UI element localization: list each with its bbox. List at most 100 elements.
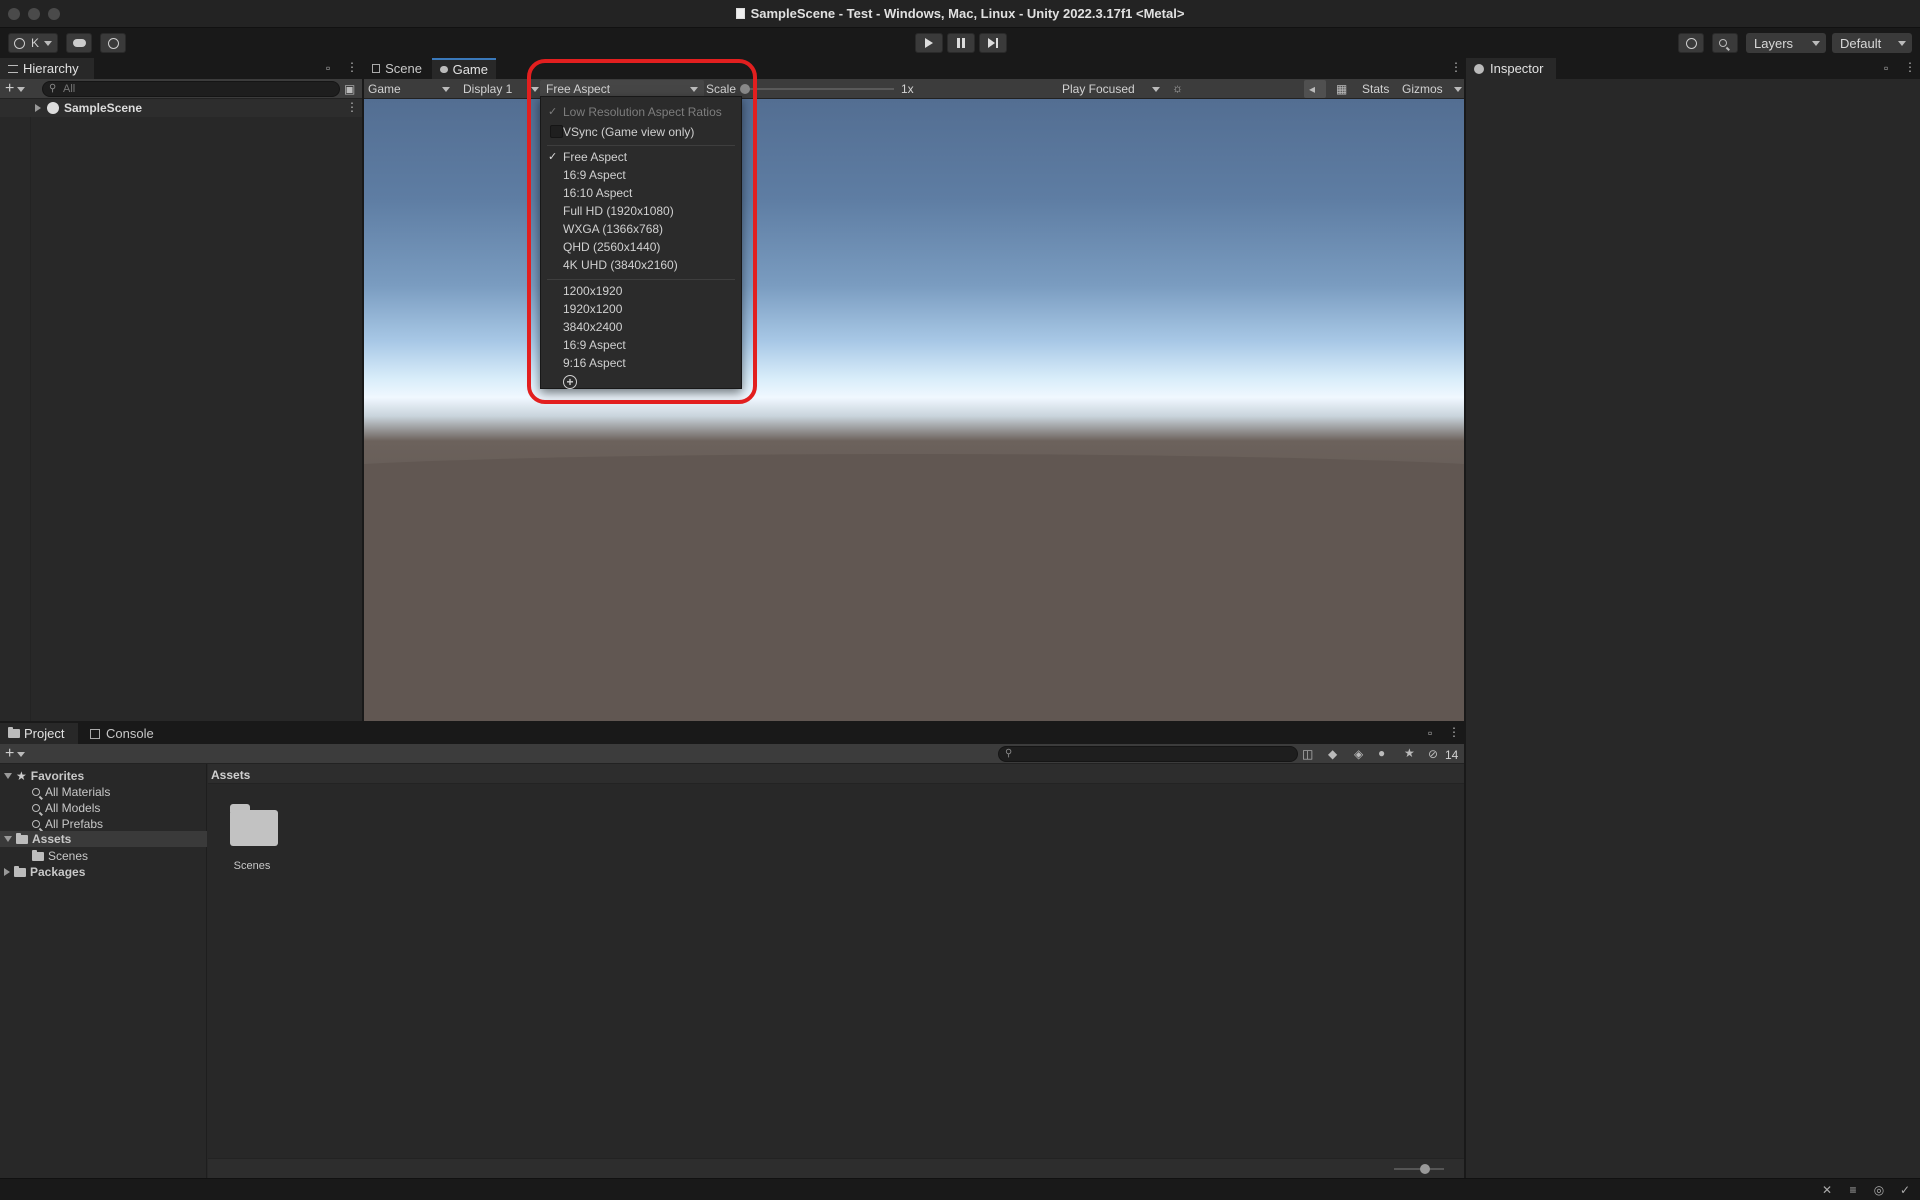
gizmos-dropdown[interactable]: Gizmos <box>1398 79 1464 99</box>
chevron-down-icon <box>1454 87 1462 92</box>
play-mode-dropdown[interactable]: Play Focused <box>1056 79 1164 99</box>
tab-scene[interactable]: Scene <box>364 58 430 79</box>
filter-icon[interactable]: ◆ <box>1328 748 1337 760</box>
lock-icon[interactable]: ▫ <box>326 62 330 74</box>
more-options-icon[interactable]: ⋮ <box>1904 61 1916 73</box>
search-icon <box>32 804 40 812</box>
hierarchy-search-input[interactable]: ⚲ All <box>42 81 340 97</box>
create-button[interactable]: + <box>5 81 33 97</box>
folder-icon <box>14 865 26 877</box>
tab-console[interactable]: Console <box>82 723 162 744</box>
tab-hierarchy[interactable]: Hierarchy <box>0 58 94 79</box>
inspector-panel: Inspector ▫ ⋮ <box>1466 58 1920 1178</box>
favorites-node[interactable]: ★ Favorites <box>4 768 84 784</box>
debug-off-icon[interactable]: ✕ <box>1820 1184 1834 1196</box>
project-search-input[interactable]: ⚲ <box>998 746 1298 762</box>
history-icon <box>1685 37 1697 49</box>
shortcuts-icon[interactable]: ▦ <box>1336 83 1347 95</box>
undo-history-button[interactable] <box>1678 33 1704 53</box>
gamepad-icon <box>440 66 448 73</box>
pause-icon <box>957 38 965 48</box>
more-options-icon[interactable]: ⋮ <box>1450 61 1462 73</box>
label-icon[interactable]: ◈ <box>1354 748 1363 760</box>
hidden-packages-icon[interactable]: ⊘ <box>1428 748 1438 760</box>
window-title: SampleScene - Test - Windows, Mac, Linux… <box>0 6 1920 21</box>
game-mode-dropdown[interactable]: Game <box>364 79 454 99</box>
assets-node[interactable]: Assets <box>0 831 207 847</box>
progress-check-icon[interactable]: ✓ <box>1898 1184 1912 1196</box>
hierarchy-toolbar: + ⚲ All ▣ <box>0 79 362 99</box>
project-footer <box>208 1158 1464 1178</box>
star-icon: ★ <box>16 769 27 783</box>
table-row[interactable]: SampleScene ⋮ <box>0 99 362 117</box>
project-tabbar: Project Console ▫ ⋮ <box>0 723 1464 744</box>
list-item[interactable]: All Models <box>32 800 100 816</box>
pause-button[interactable] <box>947 33 975 53</box>
chevron-down-icon <box>44 40 53 46</box>
play-icon <box>925 38 933 48</box>
bug-icon[interactable]: ☼ <box>1172 82 1183 94</box>
asset-tile[interactable]: Scenes <box>224 804 280 874</box>
expand-arrow-icon[interactable] <box>35 104 41 112</box>
more-options-icon[interactable]: ⋮ <box>1448 726 1460 738</box>
cache-server-icon[interactable]: ≡ <box>1846 1184 1860 1196</box>
search-icon <box>32 788 40 796</box>
account-dropdown[interactable]: K <box>8 33 58 53</box>
list-item[interactable]: Scenes <box>32 848 88 864</box>
collapse-arrow-icon[interactable] <box>4 773 12 779</box>
lock-icon[interactable]: ▫ <box>1884 62 1888 74</box>
packages-node[interactable]: Packages <box>4 864 85 880</box>
scale-slider[interactable] <box>746 88 894 90</box>
expand-arrow-icon[interactable] <box>4 868 10 876</box>
breadcrumb: Assets <box>208 764 1464 784</box>
tab-inspector[interactable]: Inspector <box>1466 58 1556 79</box>
collapse-arrow-icon[interactable] <box>4 836 12 842</box>
info-icon <box>1474 63 1484 74</box>
layers-dropdown[interactable]: Layers <box>1746 33 1826 53</box>
unity-document-icon <box>735 8 745 19</box>
icon-size-slider-handle[interactable] <box>1420 1164 1430 1174</box>
plus-icon: + <box>5 80 15 97</box>
search-icon <box>32 820 40 828</box>
list-item[interactable]: All Materials <box>32 784 110 800</box>
collab-button[interactable] <box>100 33 126 53</box>
auto-generate-lighting-icon[interactable]: ◎ <box>1872 1184 1886 1196</box>
search-button[interactable] <box>1712 33 1738 53</box>
cloud-icon <box>72 39 86 47</box>
status-bar: ✕ ≡ ◎ ✓ <box>0 1178 1920 1200</box>
tab-game[interactable]: Game <box>432 58 496 79</box>
layout-dropdown[interactable]: Default <box>1832 33 1912 53</box>
scene-visibility-icon[interactable]: ▣ <box>344 83 355 95</box>
more-options-icon[interactable]: ⋮ <box>346 101 358 113</box>
play-button[interactable] <box>915 33 943 53</box>
plus-icon: + <box>5 745 15 762</box>
stats-button[interactable]: Stats <box>1362 82 1389 96</box>
favorite-star-icon[interactable]: ★ <box>1404 747 1415 759</box>
tab-project[interactable]: Project <box>0 723 78 744</box>
folder-icon <box>32 849 44 861</box>
cloud-button[interactable] <box>66 33 92 53</box>
project-tree: ★ Favorites All Materials All Models All… <box>0 764 207 1178</box>
grid-icon <box>372 64 381 73</box>
step-button[interactable] <box>979 33 1007 53</box>
account-icon <box>14 37 25 49</box>
hierarchy-panel: Hierarchy ▫ ⋮ + ⚲ All ▣ SampleScene ⋮ <box>0 58 362 721</box>
inspector-tabbar: Inspector ▫ ⋮ <box>1466 58 1920 79</box>
lock-icon[interactable]: ▫ <box>1428 727 1432 739</box>
chevron-down-icon <box>17 86 26 92</box>
hierarchy-tabbar: Hierarchy ▫ ⋮ <box>0 58 362 79</box>
project-content: Assets Scenes <box>208 764 1464 1178</box>
project-toolbar: + ⚲ ◫ ◆ ◈ ● ★ ⊘ 14 <box>0 744 1464 764</box>
search-icon <box>1718 39 1727 47</box>
search-by-type-icon[interactable]: ◫ <box>1302 748 1313 760</box>
search-icon: ⚲ <box>1005 748 1013 759</box>
more-options-icon[interactable]: ⋮ <box>346 61 358 73</box>
ground-plane <box>364 453 1464 721</box>
list-icon <box>8 64 18 73</box>
list-item[interactable]: All Prefabs <box>32 816 103 832</box>
icon-size-slider[interactable] <box>1394 1168 1444 1170</box>
create-button[interactable]: + <box>5 746 33 762</box>
warning-icon[interactable]: ● <box>1378 747 1385 759</box>
folder-icon <box>230 810 278 846</box>
mute-audio-button[interactable]: ◂ <box>1304 80 1326 98</box>
